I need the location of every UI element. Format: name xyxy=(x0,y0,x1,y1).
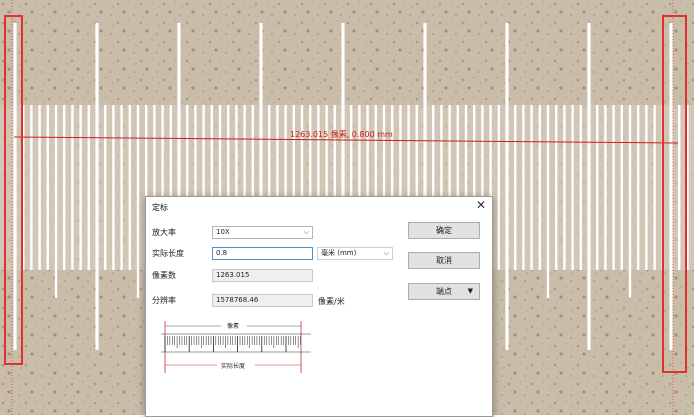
chevron-down-icon: ⌵ xyxy=(303,228,309,236)
unit-value: 毫米 (mm) xyxy=(321,249,357,257)
actual-length-input[interactable]: 0.8 xyxy=(212,247,313,260)
cancel-button[interactable]: 取消 xyxy=(408,252,480,269)
magnification-label: 放大率 xyxy=(152,228,176,237)
resolution-field: 1578768.46 xyxy=(212,294,313,307)
pixel-count-label: 像素数 xyxy=(152,271,176,280)
magnification-select[interactable]: 10X ⌵ xyxy=(212,226,313,239)
measurement-label: 1263.015 像素, 0.800 mm xyxy=(290,129,393,139)
unit-select[interactable]: 毫米 (mm) ⌵ xyxy=(317,247,393,260)
actual-length-label: 实际长度 xyxy=(152,249,184,258)
dialog-title: 定标 xyxy=(152,203,168,212)
calibration-diagram: 像素 实际长度 xyxy=(151,318,321,378)
diagram-bottom-label: 实际长度 xyxy=(221,362,245,370)
magnification-value: 10X xyxy=(216,228,230,236)
resolution-label: 分辨率 xyxy=(152,296,176,305)
points-button-label: 端点 xyxy=(436,287,452,296)
points-button[interactable]: 端点 ▼ xyxy=(408,283,480,300)
pixel-count-field: 1263.015 xyxy=(212,269,313,282)
close-icon[interactable]: ✕ xyxy=(476,198,486,212)
diagram-top-label: 像素 xyxy=(227,322,239,330)
ok-button[interactable]: 确定 xyxy=(408,222,480,239)
triangle-down-icon: ▼ xyxy=(467,287,473,295)
resolution-unit: 像素/米 xyxy=(318,297,345,306)
chevron-down-icon: ⌵ xyxy=(383,249,389,257)
